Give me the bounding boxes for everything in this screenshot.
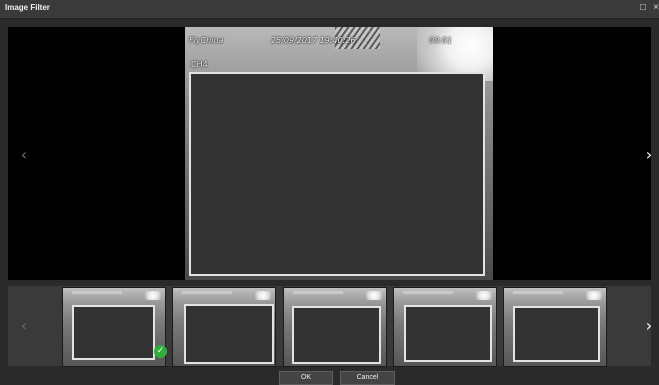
thumbnail-prev-arrow[interactable]: ‹ xyxy=(16,316,32,336)
previous-image-arrow[interactable]: ‹ xyxy=(16,145,32,165)
osd-label-right: 00:01 xyxy=(429,36,453,45)
thumbnail-osd xyxy=(72,291,122,294)
thumbnail-osd xyxy=(182,291,232,294)
thumbnail-4[interactable] xyxy=(393,287,497,367)
thumbnail-2[interactable] xyxy=(172,287,276,367)
close-icon[interactable]: × xyxy=(650,2,659,14)
thumbnail-region xyxy=(404,305,492,362)
window-title: Image Filter xyxy=(5,3,50,12)
osd-camera-label: CH4 xyxy=(191,60,208,69)
osd-label-left: FlyChina xyxy=(189,36,224,45)
thumbnail-region xyxy=(513,306,600,362)
thumbnail-next-arrow[interactable]: › xyxy=(641,316,657,336)
maximize-icon[interactable]: □ xyxy=(637,2,649,14)
thumbnail-osd xyxy=(513,291,563,294)
osd-datetime: 25/09/2017 19:40:26 xyxy=(271,36,356,45)
filter-region-rectangle[interactable] xyxy=(189,72,485,276)
thumbnail-1[interactable] xyxy=(62,287,166,367)
thumbnail-5[interactable] xyxy=(503,287,607,367)
ok-button[interactable]: OK xyxy=(279,371,333,385)
selected-check-icon: ✓ xyxy=(154,345,167,358)
next-image-arrow[interactable]: › xyxy=(641,145,657,165)
thumbnail-osd xyxy=(403,291,453,294)
thumbnail-region xyxy=(72,305,155,360)
thumbnail-light xyxy=(255,291,271,300)
thumbnail-light xyxy=(586,291,602,300)
thumbnail-3[interactable] xyxy=(283,287,387,367)
cancel-button[interactable]: Cancel xyxy=(340,371,395,385)
thumbnail-region xyxy=(184,304,274,364)
thumbnail-region xyxy=(292,306,381,364)
thumbnail-light xyxy=(366,291,382,300)
thumbnail-osd xyxy=(293,291,343,294)
title-bar: Image Filter □ × xyxy=(0,0,659,19)
thumbnail-light xyxy=(145,291,161,300)
thumbnail-light xyxy=(476,291,492,300)
